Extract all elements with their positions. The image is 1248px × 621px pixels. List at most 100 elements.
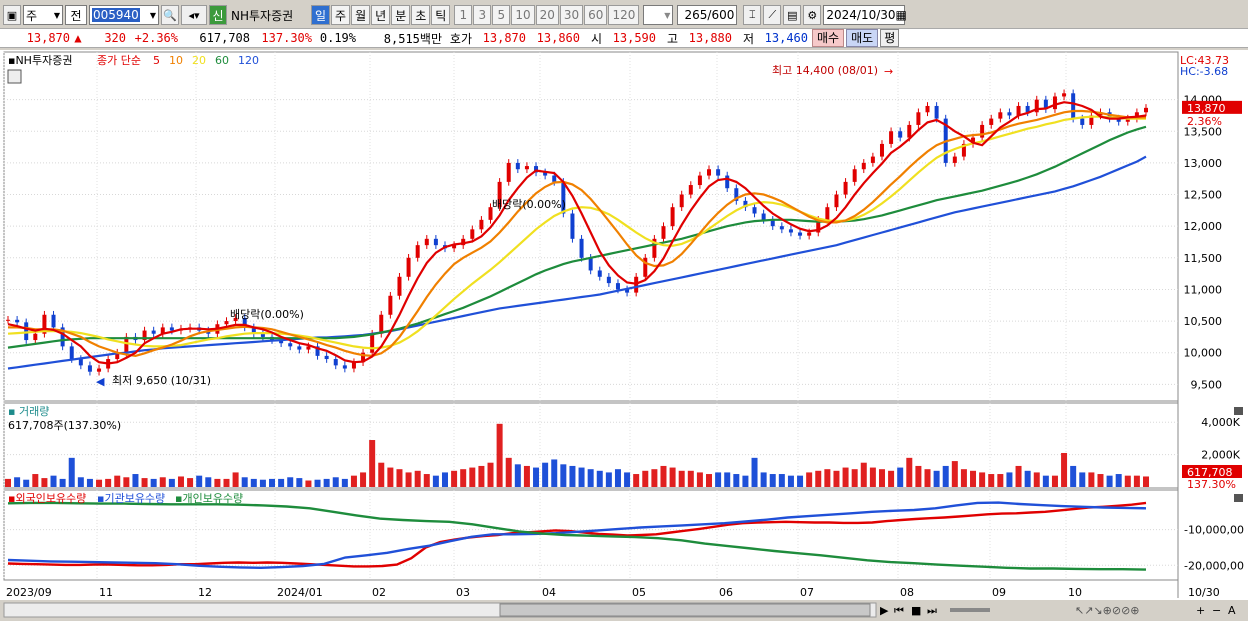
volume-bar [915, 465, 922, 487]
candle-body [151, 330, 156, 334]
volume-bar [150, 478, 157, 487]
period-type-select[interactable]: 주 ▼ [23, 5, 63, 25]
period-tab-3[interactable]: 년 [371, 5, 391, 25]
stock-code-input[interactable]: 005940 ▼ [89, 5, 159, 25]
legend-ma-60: 60 [215, 54, 229, 67]
interval-button-120[interactable]: 120 [608, 5, 640, 25]
volume-bar [933, 470, 940, 487]
interval-button-10[interactable]: 10 [511, 5, 535, 25]
volume-bar [1106, 475, 1113, 487]
volume-bar [1042, 475, 1049, 487]
volume-bar [451, 470, 458, 487]
interval-button-60[interactable]: 60 [584, 5, 608, 25]
prev-button[interactable]: 전 [65, 5, 87, 25]
draw-tools-icon[interactable]: ↖↗↘⊕⊘⊘⊕ [1075, 604, 1140, 617]
gear-icon[interactable]: ⚙ [803, 5, 822, 25]
window-icon[interactable]: ▣ [3, 5, 21, 25]
candle-body [470, 229, 475, 239]
candle-body [169, 327, 174, 331]
stock-chart[interactable]: 14,00013,50013,00012,50012,00011,50011,0… [0, 50, 1248, 621]
volume-bar [132, 474, 139, 487]
volume-bar [1006, 472, 1013, 487]
candle-body [889, 131, 894, 144]
volume-bar [614, 469, 621, 487]
volume-tick-label: 2,000K [1201, 449, 1240, 462]
zoom-slider[interactable] [950, 608, 990, 612]
zoom-out-icon[interactable]: − [1212, 604, 1221, 617]
volume-bar [378, 462, 385, 487]
period-tabs: 일주월년분초틱 [311, 5, 451, 25]
volume-bar [50, 475, 57, 487]
calendar-icon[interactable]: ▦ [896, 8, 907, 22]
toolbar: ▣ 주 ▼ 전 005940 ▼ 🔍 ◂▾ 신 NH투자증권 일주월년분초틱 135… [0, 3, 1248, 27]
stock-code-value: 005940 [92, 8, 140, 22]
volume-bar [232, 472, 239, 487]
scrollbar-thumb[interactable] [499, 603, 871, 617]
period-tab-6[interactable]: 틱 [431, 5, 451, 25]
count-input[interactable]: 265/600 [677, 5, 738, 25]
volume-bar [23, 479, 30, 487]
volume-bar [660, 465, 667, 487]
candle-body [51, 314, 56, 328]
time-tick-label: 09 [992, 586, 1006, 599]
volume-bar [77, 477, 84, 487]
volume-bar [96, 479, 103, 487]
chart-annotation: 배당락(0.00%) [492, 198, 566, 211]
search-icon[interactable]: 🔍 [161, 5, 179, 25]
count-total: /600 [707, 8, 735, 22]
interval-button-5[interactable]: 5 [492, 5, 511, 25]
scroll-right-icon[interactable]: ▶ [880, 604, 889, 617]
volume-bar [960, 469, 967, 487]
interval-button-20[interactable]: 20 [535, 5, 559, 25]
interval-input[interactable]: ▼ [643, 5, 674, 25]
volume-bar [259, 479, 266, 487]
eval-button[interactable]: 평 [880, 29, 900, 47]
panel-close-icon[interactable] [1234, 494, 1243, 502]
date-input[interactable]: 2024/10/30 ▦ [823, 5, 907, 25]
volume-bar [168, 478, 175, 487]
period-tab-4[interactable]: 분 [391, 5, 411, 25]
line-tool-icon[interactable]: ⟋ [763, 5, 782, 25]
panel-close-icon[interactable] [1234, 407, 1243, 415]
volume-bar [824, 469, 831, 487]
save-icon[interactable]: ▤ [783, 5, 802, 25]
volume-bar [332, 477, 339, 487]
candle-body [415, 245, 420, 258]
scroll-first-icon[interactable]: ⏮ [894, 604, 904, 617]
period-tab-0[interactable]: 일 [311, 5, 331, 25]
volume-bar [305, 480, 312, 487]
volume-bar [751, 457, 758, 487]
candle-body [879, 143, 884, 157]
candle-body [1071, 93, 1076, 119]
scroll-last-icon[interactable]: ⏭ [927, 604, 937, 617]
volume-bar [696, 472, 703, 487]
sell-button[interactable]: 매도 [846, 29, 879, 47]
hc-label: HC:-3.68 [1180, 65, 1228, 78]
font-size-icon[interactable]: A [1228, 604, 1236, 617]
chart-type-icon[interactable]: ⌶ [743, 5, 762, 25]
volume-bar [396, 469, 403, 487]
candle-body [579, 238, 584, 258]
candle-body [861, 162, 866, 170]
candle-body [87, 365, 92, 372]
volume-bar [59, 478, 66, 487]
candle-body [688, 185, 693, 195]
candle-body [952, 156, 957, 163]
buy-button[interactable]: 매수 [812, 29, 845, 47]
candle-body [989, 118, 994, 125]
period-tab-5[interactable]: 초 [411, 5, 431, 25]
volume-bar [733, 474, 740, 487]
period-type-value: 주 [26, 8, 38, 23]
grid-toggle-icon[interactable] [7, 69, 22, 84]
speaker-icon[interactable]: ◂▾ [181, 5, 207, 25]
zoom-in-icon[interactable]: + [1196, 604, 1205, 617]
period-tab-1[interactable]: 주 [331, 5, 351, 25]
holdings-legend-1: ▪기관보유수량 [97, 492, 165, 505]
interval-button-1[interactable]: 1 [454, 5, 473, 25]
interval-button-3[interactable]: 3 [473, 5, 492, 25]
volume-pct-tag-text: 137.30% [1187, 478, 1236, 491]
stop-icon[interactable]: ■ [911, 604, 921, 617]
period-tab-2[interactable]: 월 [351, 5, 371, 25]
interval-button-30[interactable]: 30 [559, 5, 584, 25]
volume-bar [1097, 474, 1104, 487]
